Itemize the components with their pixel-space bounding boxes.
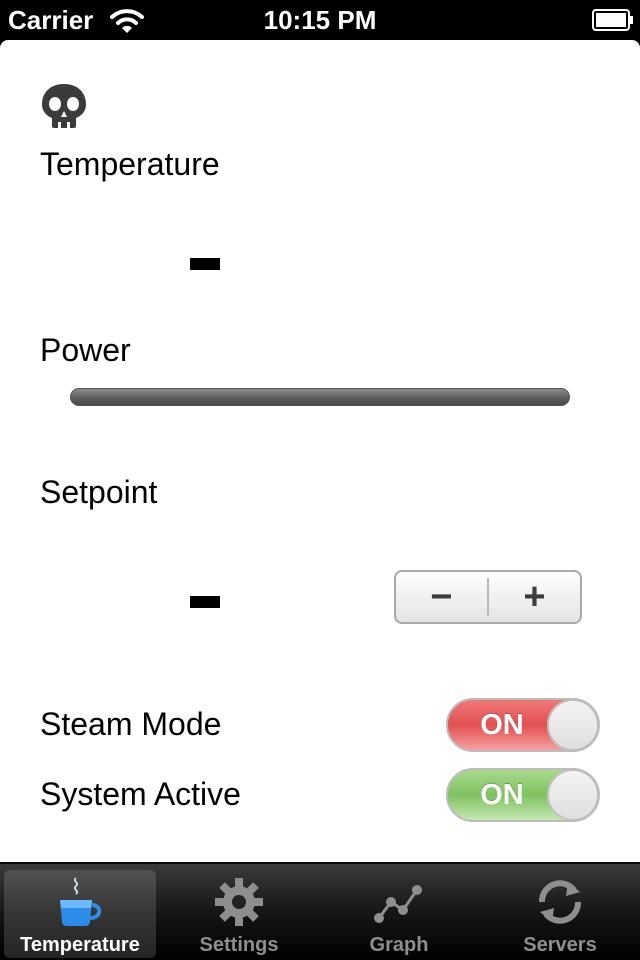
temperature-label: Temperature	[40, 146, 220, 182]
tab-servers[interactable]: Servers	[484, 870, 636, 958]
tab-label: Settings	[199, 934, 279, 956]
status-time: 10:15 PM	[263, 5, 377, 35]
coffee-cup-icon	[60, 877, 102, 926]
skull-icon	[42, 84, 86, 128]
steam-mode-label: Steam Mode	[40, 706, 222, 742]
power-progress-bar	[70, 388, 570, 406]
tab-label: Temperature	[20, 934, 140, 956]
system-active-label: System Active	[40, 776, 241, 812]
tab-bar: Temperature Settings Graph Servers	[0, 862, 640, 960]
graph-icon	[374, 885, 422, 923]
tab-label: Graph	[369, 934, 429, 956]
gear-icon	[215, 878, 263, 926]
switch-knob[interactable]	[547, 700, 598, 750]
decrement-button[interactable]: −	[396, 572, 487, 622]
battery-icon	[592, 9, 633, 31]
tab-label: Servers	[523, 934, 597, 956]
increment-button[interactable]: +	[489, 572, 580, 622]
setpoint-value	[190, 596, 220, 608]
refresh-icon	[539, 880, 581, 924]
tab-settings[interactable]: Settings	[163, 870, 315, 958]
system-active-switch-state: ON	[480, 779, 524, 811]
steam-mode-switch-state: ON	[480, 709, 524, 741]
steam-mode-switch[interactable]: ON	[446, 698, 600, 752]
tab-graph[interactable]: Graph	[323, 870, 475, 958]
main-content: Temperature Power Setpoint − + Steam Mod…	[0, 40, 640, 862]
status-bar: Carrier 10:15 PM	[0, 0, 640, 40]
setpoint-label: Setpoint	[40, 474, 158, 510]
temperature-value	[190, 258, 220, 270]
setpoint-stepper[interactable]: − +	[394, 570, 582, 624]
switch-knob[interactable]	[547, 770, 598, 820]
tab-temperature[interactable]: Temperature	[4, 870, 156, 958]
system-active-switch[interactable]: ON	[446, 768, 600, 822]
power-label: Power	[40, 332, 131, 368]
